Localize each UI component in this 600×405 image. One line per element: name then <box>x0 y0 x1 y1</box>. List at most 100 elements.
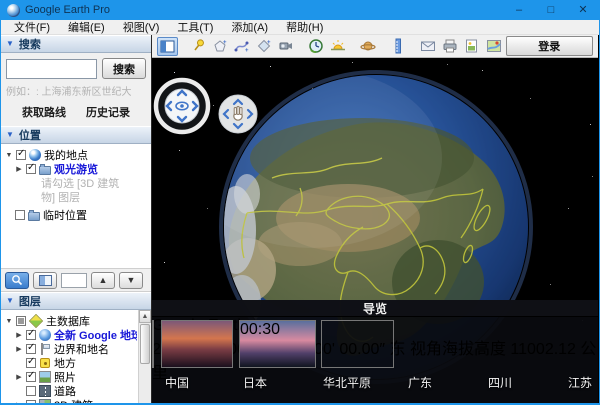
places-layer-checkbox[interactable] <box>26 358 36 368</box>
photos-checkbox[interactable] <box>26 372 36 382</box>
search-section-header[interactable]: ▼ 搜索 <box>1 35 151 53</box>
search-input[interactable] <box>6 59 97 79</box>
tree-row-sightseeing[interactable]: ▶ 观光游览 <box>1 162 151 176</box>
layers-scrollbar[interactable]: ▲ ▼ <box>138 310 151 403</box>
planets-button[interactable] <box>357 37 378 56</box>
maximize-button[interactable]: □ <box>535 0 567 20</box>
tree-row-primary-database[interactable]: ▼ 主数据库 <box>1 314 137 328</box>
svg-text:+: + <box>245 48 249 54</box>
roads-label[interactable]: 道路 <box>54 384 76 398</box>
polygon-icon: + <box>212 38 228 54</box>
tree-row-places-layer[interactable]: 地方 <box>1 356 137 370</box>
tree-row-photos[interactable]: ▶ 照片 <box>1 370 137 384</box>
primary-database-checkbox[interactable] <box>16 316 26 326</box>
toggle-sidebar-button[interactable] <box>157 37 178 56</box>
clock-icon <box>308 38 324 54</box>
menu-help[interactable]: 帮助(H) <box>277 19 332 35</box>
add-polygon-button[interactable]: + <box>209 37 230 56</box>
layers-section-header[interactable]: ▼ 图层 <box>1 292 151 310</box>
titlebar[interactable]: Google Earth Pro – □ ✕ <box>1 0 599 20</box>
expander-icon[interactable]: ▶ <box>15 166 23 173</box>
add-placemark-button[interactable] <box>187 37 208 56</box>
ruler-button[interactable] <box>388 37 409 56</box>
layers-header-label: 图层 <box>19 293 41 309</box>
scrollbar-thumb[interactable] <box>140 324 150 364</box>
tour-label-japan[interactable]: 日本 <box>243 374 267 391</box>
print-button[interactable] <box>440 37 461 56</box>
sightseeing-label[interactable]: 观光游览 <box>54 162 98 176</box>
sunlight-button[interactable] <box>327 37 348 56</box>
add-image-overlay-button[interactable]: + <box>253 37 274 56</box>
photos-label[interactable]: 照片 <box>54 370 76 384</box>
places-section-header[interactable]: ▼ 位置 <box>1 126 151 144</box>
tour-header: 导览 <box>152 300 598 317</box>
expander-icon[interactable]: ▶ <box>15 332 23 339</box>
menu-file[interactable]: 文件(F) <box>5 19 59 35</box>
new-google-earth-label[interactable]: 全新 Google 地球 <box>54 328 137 342</box>
tour-label-guangdong[interactable]: 广东 <box>408 374 432 391</box>
record-tour-button[interactable] <box>275 37 296 56</box>
tree-row-borders-labels[interactable]: ▶ 边界和地名 <box>1 342 137 356</box>
search-example-hint: 例如：: 上海浦东新区世纪大 <box>1 82 151 100</box>
places-view-button[interactable] <box>33 272 57 289</box>
primary-database-label[interactable]: 主数据库 <box>46 314 90 328</box>
globe-icon <box>39 329 51 341</box>
tour-thumbnail-north-china-plain[interactable] <box>321 320 394 368</box>
view-in-maps-button[interactable] <box>484 37 505 56</box>
magnifier-icon <box>11 274 23 286</box>
move-down-button[interactable]: ▼ <box>119 272 143 289</box>
search-history-link[interactable]: 历史记录 <box>86 104 130 120</box>
tour-thumbnail-jiangsu[interactable] <box>152 320 154 368</box>
tour-label-sichuan[interactable]: 四川 <box>488 374 512 391</box>
earth-canvas[interactable]: N <box>152 58 598 403</box>
places-layer-label[interactable]: 地方 <box>54 356 76 370</box>
menu-edit[interactable]: 编辑(E) <box>59 19 114 35</box>
tour-label-jiangsu[interactable]: 江苏 <box>568 374 592 391</box>
close-button[interactable]: ✕ <box>567 0 599 20</box>
menu-view[interactable]: 视图(V) <box>114 19 169 35</box>
move-up-button[interactable]: ▲ <box>91 272 115 289</box>
email-button[interactable] <box>418 37 439 56</box>
printer-icon <box>442 38 458 54</box>
temporary-places-checkbox[interactable] <box>15 210 25 220</box>
toolbar: + + + <box>152 35 598 58</box>
tour-thumbnail-japan[interactable]: 00:30 <box>239 320 316 368</box>
google-earth-window: Google Earth Pro – □ ✕ 文件(F) 编辑(E) 视图(V)… <box>0 0 600 405</box>
image-overlay-icon: + <box>256 38 272 54</box>
menu-add[interactable]: 添加(A) <box>222 19 277 35</box>
places-header-label: 位置 <box>19 127 41 143</box>
tree-row-roads[interactable]: 道路 <box>1 384 137 398</box>
expander-icon[interactable]: ▶ <box>15 374 23 381</box>
borders-labels-label[interactable]: 边界和地名 <box>54 342 109 356</box>
temporary-places-label[interactable]: 临时位置 <box>43 208 87 222</box>
sightseeing-checkbox[interactable] <box>26 164 36 174</box>
historical-imagery-button[interactable] <box>305 37 326 56</box>
tree-row-temporary-places[interactable]: 临时位置 <box>1 208 151 222</box>
places-search-button[interactable] <box>5 272 29 289</box>
add-path-button[interactable]: + <box>231 37 252 56</box>
expander-icon[interactable]: ▼ <box>5 318 13 325</box>
duration-badge: 00:30 <box>240 321 315 339</box>
save-image-button[interactable] <box>462 37 483 56</box>
menu-tools[interactable]: 工具(T) <box>168 19 222 35</box>
borders-labels-checkbox[interactable] <box>26 344 36 354</box>
expander-icon[interactable]: ▶ <box>15 346 23 353</box>
sidebar: ▼ 搜索 搜索 例如：: 上海浦东新区世纪大 获取路线 历史记录 ▼ 位置 ▼ … <box>1 35 152 403</box>
minimize-button[interactable]: – <box>503 0 535 20</box>
roads-checkbox[interactable] <box>26 386 36 396</box>
get-directions-link[interactable]: 获取路线 <box>22 104 66 120</box>
tour-label-north-china-plain[interactable]: 华北平原 <box>323 374 371 391</box>
new-google-earth-checkbox[interactable] <box>26 330 36 340</box>
search-button[interactable]: 搜索 <box>102 58 146 79</box>
collapse-triangle-icon: ▼ <box>6 297 14 305</box>
my-places-checkbox[interactable] <box>16 150 26 160</box>
my-places-label[interactable]: 我的地点 <box>44 148 88 162</box>
tree-row-my-places[interactable]: ▼ 我的地点 <box>1 148 151 162</box>
expander-icon[interactable]: ▼ <box>5 152 13 159</box>
tree-row-new-google-earth[interactable]: ▶ 全新 Google 地球 <box>1 328 137 342</box>
saturn-icon <box>360 38 376 54</box>
scroll-up-button[interactable]: ▲ <box>139 310 151 323</box>
sign-in-button[interactable]: 登录 <box>506 36 594 56</box>
tour-thumbnail-china[interactable] <box>161 320 233 368</box>
tour-label-china[interactable]: 中国 <box>165 374 189 391</box>
